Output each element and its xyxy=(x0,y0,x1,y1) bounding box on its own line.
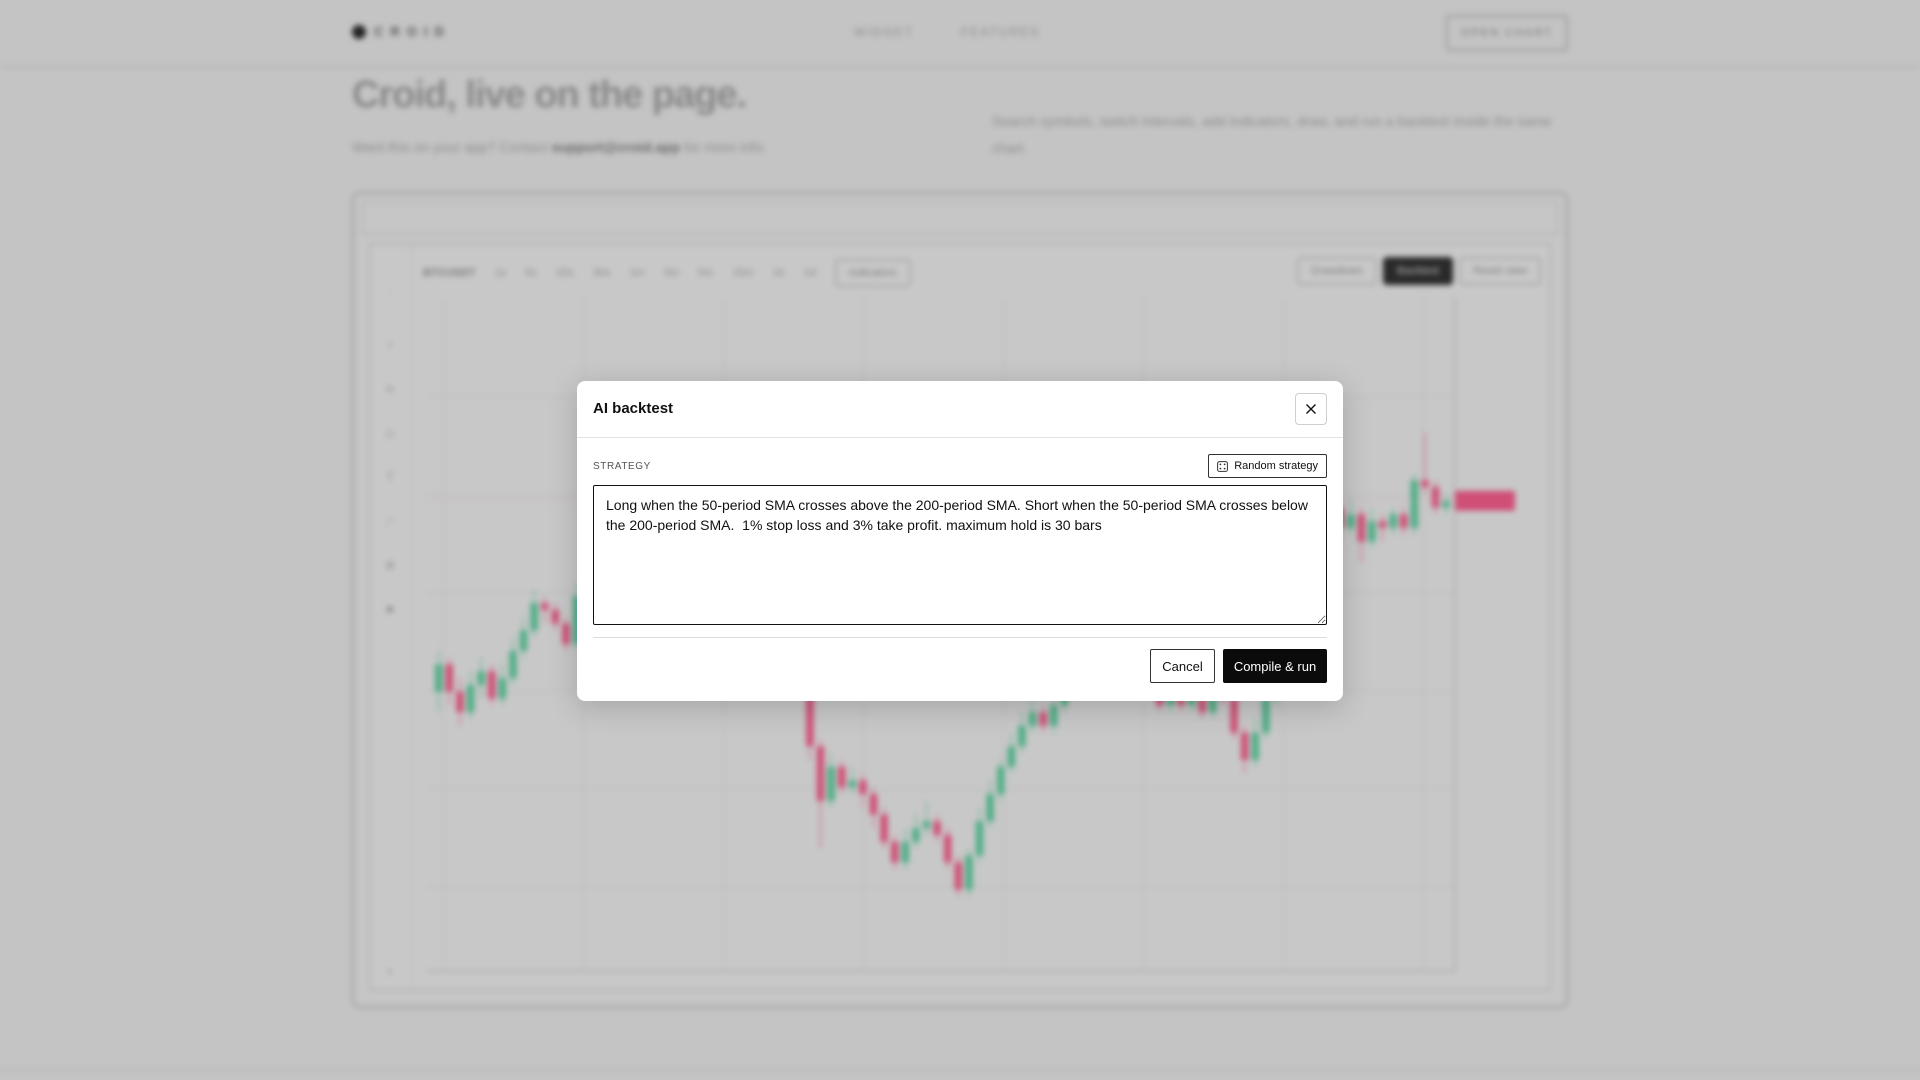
interval-5s[interactable]: 5s xyxy=(525,267,537,279)
brand-name: CROID xyxy=(374,24,451,39)
candle-body xyxy=(997,766,1005,795)
random-strategy-label: Random strategy xyxy=(1234,460,1318,472)
candle-body xyxy=(1251,732,1259,760)
hero-title: Croid, live on the page. xyxy=(352,74,747,116)
interval-1h[interactable]: 1h xyxy=(773,267,785,279)
interval-30s[interactable]: 30s xyxy=(593,267,611,279)
interval-15s[interactable]: 15s xyxy=(556,267,574,279)
candle-body xyxy=(880,814,888,842)
candle-body xyxy=(1442,500,1450,508)
candle-body xyxy=(498,678,507,699)
interval-5m[interactable]: 5m xyxy=(698,267,713,279)
candle-body xyxy=(1028,712,1037,726)
close-button[interactable] xyxy=(1295,393,1327,425)
candle-body xyxy=(519,630,528,651)
candle-body xyxy=(1039,712,1047,726)
candle-body xyxy=(456,691,464,713)
ai-backtest-dialog: AI backtest STRATEGY Random strategy Lon… xyxy=(577,381,1343,701)
candle-body xyxy=(1240,732,1249,760)
dice-icon xyxy=(1217,460,1229,472)
candle-body xyxy=(551,609,560,624)
candle-body xyxy=(1050,705,1058,726)
interval-3m[interactable]: 3m xyxy=(664,267,679,279)
footer-divider xyxy=(0,1069,1920,1071)
candle-body xyxy=(445,664,454,692)
hero-contact-prefix: Want this on your app? Contact xyxy=(352,139,548,155)
hero-description: Search symbols, switch intervals, add in… xyxy=(992,113,1552,156)
candle-body xyxy=(541,603,549,610)
candle-body xyxy=(912,828,920,842)
compile-run-button[interactable]: Compile & run xyxy=(1223,649,1327,683)
interval-15m[interactable]: 15m xyxy=(732,267,753,279)
chart-actions: Drawdown Backtest Reset view xyxy=(1297,257,1541,285)
support-email-link[interactable]: support@croid.app xyxy=(551,139,680,155)
candle-body xyxy=(944,835,952,863)
candle-body xyxy=(954,862,963,890)
candle-body xyxy=(890,841,899,863)
dialog-divider xyxy=(593,637,1327,638)
brand-logo[interactable]: CROID xyxy=(352,24,451,39)
last-price-tag xyxy=(1455,490,1515,511)
candle-body xyxy=(859,780,867,795)
symbol-selector[interactable]: BTCUSDT xyxy=(423,267,476,279)
candle-body xyxy=(965,855,973,890)
open-chart-button[interactable]: OPEN CHART xyxy=(1446,15,1568,51)
chart-toolbar: BTCUSDT 1s 5s 15s 30s 1m 3m 5m 15m 1h 1d… xyxy=(423,259,911,287)
candle-body xyxy=(1389,514,1397,529)
candle-body xyxy=(1368,521,1376,542)
interval-1m[interactable]: 1m xyxy=(629,267,644,279)
candle-body xyxy=(530,603,538,631)
backtest-button[interactable]: Backtest xyxy=(1383,257,1454,285)
candle-body xyxy=(848,780,856,788)
candle-body xyxy=(1431,487,1440,508)
widget-topbar xyxy=(361,201,1559,235)
dialog-title: AI backtest xyxy=(593,400,674,417)
reset-view-button[interactable]: Reset view xyxy=(1459,257,1541,285)
candle-body xyxy=(1378,521,1387,529)
candle-body xyxy=(1421,480,1429,488)
candle-body xyxy=(1357,514,1365,542)
strategy-textarea[interactable]: Long when the 50-period SMA crosses abov… xyxy=(593,485,1327,625)
logo-mark-icon xyxy=(352,24,366,39)
indicators-button[interactable]: Indicators xyxy=(835,259,911,287)
candle-body xyxy=(1410,480,1419,529)
strategy-label: STRATEGY xyxy=(593,461,651,472)
candle-body xyxy=(1399,514,1408,529)
candle-body xyxy=(1262,698,1270,733)
candle-body xyxy=(986,794,994,822)
drawdown-button[interactable]: Drawdown xyxy=(1297,257,1378,285)
candle-body xyxy=(1346,514,1355,529)
hero-contact-text: Want this on your app? Contact support@c… xyxy=(352,139,767,155)
cancel-button[interactable]: Cancel xyxy=(1150,649,1215,683)
hero-contact-suffix: for more info. xyxy=(684,139,767,155)
dialog-header: AI backtest xyxy=(577,381,1343,438)
close-icon xyxy=(1306,404,1316,414)
random-strategy-button[interactable]: Random strategy xyxy=(1208,454,1327,478)
candle-body xyxy=(816,746,825,801)
candle-body xyxy=(435,664,443,692)
candle-body xyxy=(509,650,517,679)
candle-body xyxy=(901,841,910,863)
candle-body xyxy=(488,671,496,699)
candle-body xyxy=(1007,746,1016,767)
candle-body xyxy=(869,794,878,815)
candle-body xyxy=(1230,698,1238,733)
candle-body xyxy=(933,821,941,836)
candle-body xyxy=(922,821,931,829)
candle-body xyxy=(975,821,984,856)
candle-body xyxy=(1018,725,1026,747)
nav-link-features[interactable]: FEATURES xyxy=(961,25,1040,39)
candle-body xyxy=(477,671,485,685)
interval-1s[interactable]: 1s xyxy=(495,267,507,279)
interval-1d[interactable]: 1d xyxy=(804,267,816,279)
top-nav: CROID WIDGET FEATURES OPEN CHART xyxy=(0,0,1920,68)
nav-link-widget[interactable]: WIDGET xyxy=(854,25,914,39)
candle-body xyxy=(466,684,475,713)
candle-body xyxy=(827,766,835,801)
candle-body xyxy=(562,623,570,644)
candle-body xyxy=(837,766,846,788)
